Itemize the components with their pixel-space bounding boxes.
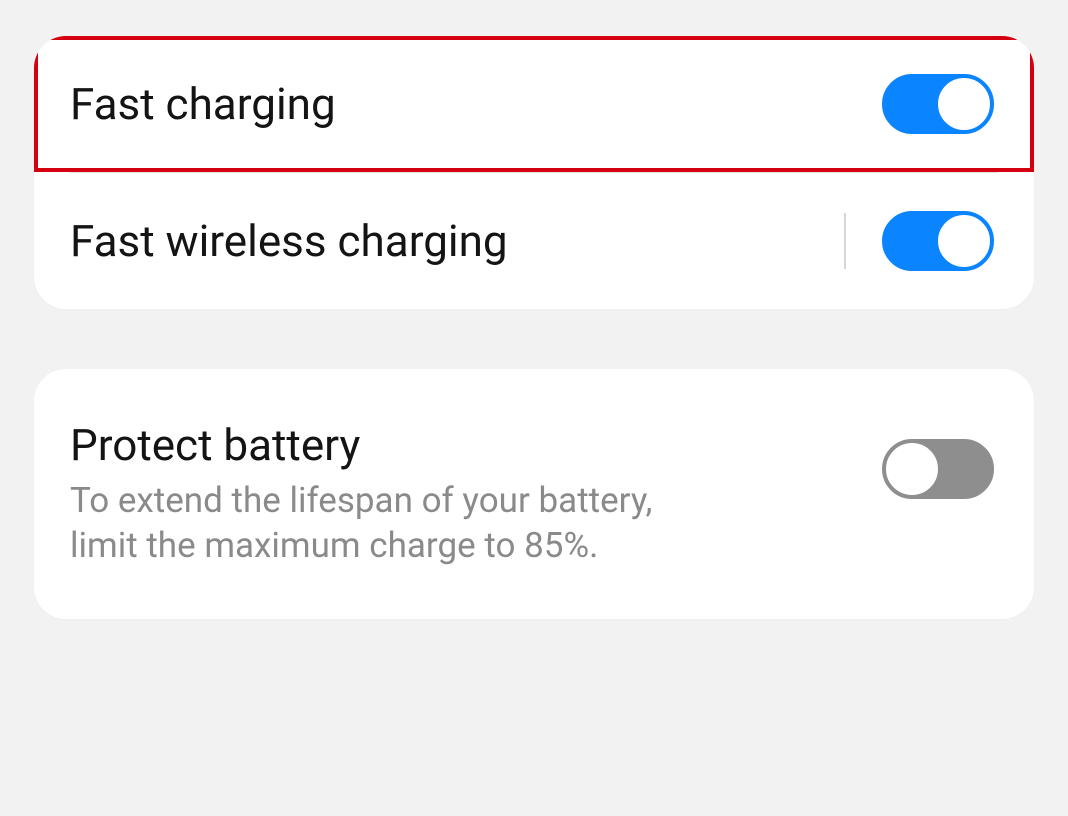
fast-wireless-charging-text: Fast wireless charging bbox=[70, 215, 844, 268]
toggle-knob bbox=[936, 213, 992, 269]
protect-battery-title: Protect battery bbox=[70, 419, 858, 472]
fast-charging-toggle[interactable] bbox=[882, 74, 994, 134]
fast-charging-text: Fast charging bbox=[70, 78, 882, 131]
protect-battery-toggle[interactable] bbox=[882, 439, 994, 499]
fast-charging-title: Fast charging bbox=[70, 78, 858, 131]
charging-settings-card: Fast charging Fast wireless charging bbox=[34, 36, 1034, 309]
protect-battery-description: To extend the lifespan of your battery, … bbox=[70, 478, 710, 569]
fast-wireless-charging-row[interactable]: Fast wireless charging bbox=[34, 173, 1034, 309]
protect-battery-row[interactable]: Protect battery To extend the lifespan o… bbox=[34, 369, 1034, 619]
fast-wireless-charging-toggle[interactable] bbox=[882, 211, 994, 271]
toggle-knob bbox=[936, 76, 992, 132]
protect-battery-text: Protect battery To extend the lifespan o… bbox=[70, 419, 882, 569]
toggle-knob bbox=[884, 441, 940, 497]
fast-charging-toggle-wrap bbox=[882, 74, 994, 134]
protect-battery-toggle-wrap bbox=[882, 439, 994, 499]
fast-charging-row[interactable]: Fast charging bbox=[34, 36, 1034, 172]
battery-settings-card: Protect battery To extend the lifespan o… bbox=[34, 369, 1034, 619]
fast-wireless-charging-toggle-wrap bbox=[844, 211, 994, 271]
fast-wireless-charging-title: Fast wireless charging bbox=[70, 215, 820, 268]
toggle-separator bbox=[844, 213, 846, 269]
